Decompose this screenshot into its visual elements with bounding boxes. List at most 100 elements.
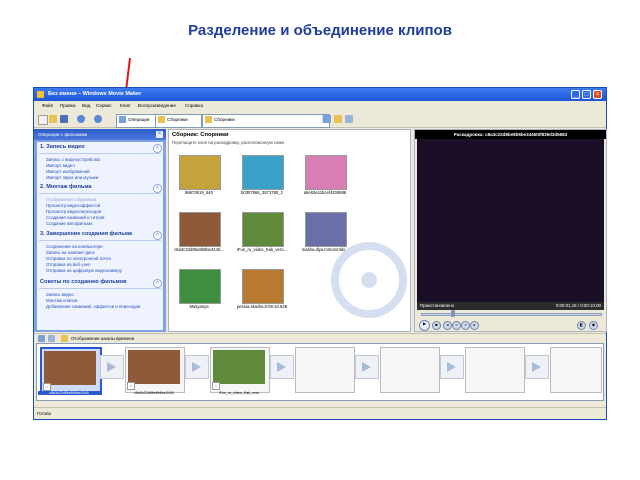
undo-icon[interactable]	[77, 115, 85, 123]
clip-thumbnail[interactable]	[179, 155, 221, 190]
stop-button[interactable]: ■	[432, 321, 441, 330]
show-timeline-button[interactable]: Отображение шкалы времени	[71, 336, 134, 341]
play-button[interactable]: ▶	[419, 320, 430, 331]
storyboard-frame[interactable]: ☆	[210, 347, 270, 393]
menu-clip[interactable]: Клип	[120, 103, 130, 108]
new-folder-icon[interactable]	[334, 115, 342, 123]
star-icon[interactable]: ☆	[43, 383, 51, 391]
menu-tools[interactable]: Сервис	[96, 103, 112, 108]
star-icon[interactable]: ☆	[127, 382, 135, 390]
tasks-pane-header: Операции с фильмами	[34, 129, 166, 140]
save-project-icon[interactable]	[60, 115, 68, 123]
storyboard-frame-empty[interactable]	[465, 347, 525, 393]
clip-thumbnail[interactable]	[242, 212, 284, 247]
transition-slot[interactable]	[270, 355, 294, 379]
tasks-close-icon[interactable]: ×	[156, 131, 163, 138]
take-picture-button[interactable]: ◉	[589, 321, 598, 330]
transition-arrow-icon	[362, 362, 371, 372]
menu-playback[interactable]: Воспроизведение	[138, 103, 176, 108]
menu-edit[interactable]: Правка	[60, 103, 76, 108]
menu-file[interactable]: Файл	[42, 103, 53, 108]
clip-thumbnail[interactable]	[242, 155, 284, 190]
clip-thumbnail[interactable]	[179, 212, 221, 247]
minimize-button[interactable]: _	[571, 90, 580, 99]
up-folder-icon[interactable]	[323, 115, 331, 123]
collapse-icon[interactable]: ˄	[153, 279, 162, 288]
close-button[interactable]: ×	[593, 90, 602, 99]
storyboard-toolbar: Отображение шкалы времени	[34, 333, 606, 343]
seek-handle[interactable]	[451, 310, 455, 317]
menu-bar: Файл Правка Вид Сервис Клип Воспроизведе…	[34, 101, 606, 111]
transition-arrow-icon	[447, 362, 456, 372]
new-project-icon[interactable]	[38, 115, 48, 125]
clip-thumbnail[interactable]	[242, 269, 284, 304]
task-link[interactable]: Импорт видео	[46, 163, 75, 168]
playback-time: 0:00:01,16 / 0:00:10,00	[555, 303, 601, 308]
transition-slot[interactable]	[525, 355, 549, 379]
tasks-list: 1. Запись видео ˄ Запись с видеоустройст…	[37, 142, 163, 330]
transition-slot[interactable]	[100, 355, 124, 379]
section-finish-title[interactable]: 3. Завершение создания фильма	[40, 231, 132, 237]
forward-button[interactable]: »	[461, 321, 470, 330]
timeline-icon[interactable]	[61, 335, 68, 342]
redo-icon[interactable]	[94, 115, 102, 123]
task-link[interactable]: Создание названий и титров	[46, 215, 105, 220]
task-link[interactable]: Отправка на цифровую видеокамеру	[46, 268, 122, 273]
task-link[interactable]: Добавление названий, эффектов и переходо…	[46, 304, 140, 309]
collapse-icon[interactable]: ˄	[153, 144, 162, 153]
transition-arrow-icon	[192, 362, 201, 372]
task-link[interactable]: Просмотр видеоэффектов	[46, 203, 100, 208]
task-link[interactable]: Сохранение на компьютере	[46, 244, 103, 249]
collapse-icon[interactable]: ˄	[153, 231, 162, 240]
previous-frame-button[interactable]: ◂	[443, 321, 452, 330]
split-clip-button[interactable]: ◧	[577, 321, 586, 330]
section-capture-title[interactable]: 1. Запись видео	[40, 144, 85, 150]
seek-bar[interactable]	[421, 313, 602, 316]
storyboard-frame[interactable]: ☆	[125, 347, 185, 393]
rewind-button[interactable]: «	[452, 321, 461, 330]
task-link[interactable]: Запись с видеоустройства	[46, 157, 100, 162]
clip-caption: c8a3c22d8be8b6be3445...	[174, 247, 224, 252]
next-frame-button[interactable]: ▸	[470, 321, 479, 330]
narrate-icon[interactable]	[38, 335, 45, 342]
collapse-icon[interactable]: ˄	[153, 184, 162, 193]
storyboard-frame[interactable]: ☆	[40, 347, 102, 395]
folder-icon	[205, 116, 212, 123]
task-link[interactable]: Запись видео	[46, 292, 74, 297]
maximize-button[interactable]: □	[582, 90, 591, 99]
star-icon[interactable]: ☆	[212, 382, 220, 390]
film-reel-watermark-icon	[331, 242, 407, 318]
task-link[interactable]: Отправка на веб-узел	[46, 262, 90, 267]
collection-hint: Перетащите клип на раскадровку, располож…	[172, 140, 286, 145]
transition-slot[interactable]	[185, 355, 209, 379]
task-link[interactable]: Импорт изображений	[46, 169, 90, 174]
collections-button[interactable]: Сборники	[155, 114, 202, 128]
preview-title: Раскадровка: c8a3c22d8be8b6be3445t0f839d…	[415, 130, 606, 139]
task-link[interactable]: Импорт звука или музыки	[46, 175, 98, 180]
open-project-icon[interactable]	[49, 115, 57, 123]
title-bar: Без имени – Windows Movie Maker	[34, 88, 606, 101]
clip-caption: Masyanya	[189, 304, 209, 309]
clip-image	[213, 350, 265, 384]
storyboard-frame-empty[interactable]	[295, 347, 355, 393]
transition-slot[interactable]	[440, 355, 464, 379]
task-link[interactable]: Монтаж клипов	[46, 298, 77, 303]
views-icon[interactable]	[345, 115, 353, 123]
storyboard-frame-empty[interactable]	[380, 347, 440, 393]
menu-help[interactable]: Справка	[185, 103, 203, 108]
task-link[interactable]: Отправка по электронной почте	[46, 256, 111, 261]
section-edit-title[interactable]: 2. Монтаж фильма	[40, 184, 92, 190]
audio-levels-icon[interactable]	[48, 335, 55, 342]
collection-select[interactable]: Сборники ▾	[202, 114, 330, 128]
task-link[interactable]: Отображение сборников	[46, 197, 96, 202]
menu-view[interactable]: Вид	[82, 103, 90, 108]
task-link[interactable]: Просмотр видеопереходов	[46, 209, 101, 214]
clip-thumbnail[interactable]	[179, 269, 221, 304]
section-tips-title[interactable]: Советы по созданию фильмов	[40, 279, 127, 285]
transition-slot[interactable]	[355, 355, 379, 379]
clip-thumbnail[interactable]	[305, 155, 347, 190]
task-link[interactable]: Создание автофильма	[46, 221, 92, 226]
storyboard-frame-empty[interactable]	[550, 347, 602, 393]
storyboard: ☆ c8a3c22d8be8b6be3445 ☆ c8a3c22d8be8b6b…	[36, 343, 604, 401]
task-link[interactable]: Запись на компакт-диск	[46, 250, 95, 255]
